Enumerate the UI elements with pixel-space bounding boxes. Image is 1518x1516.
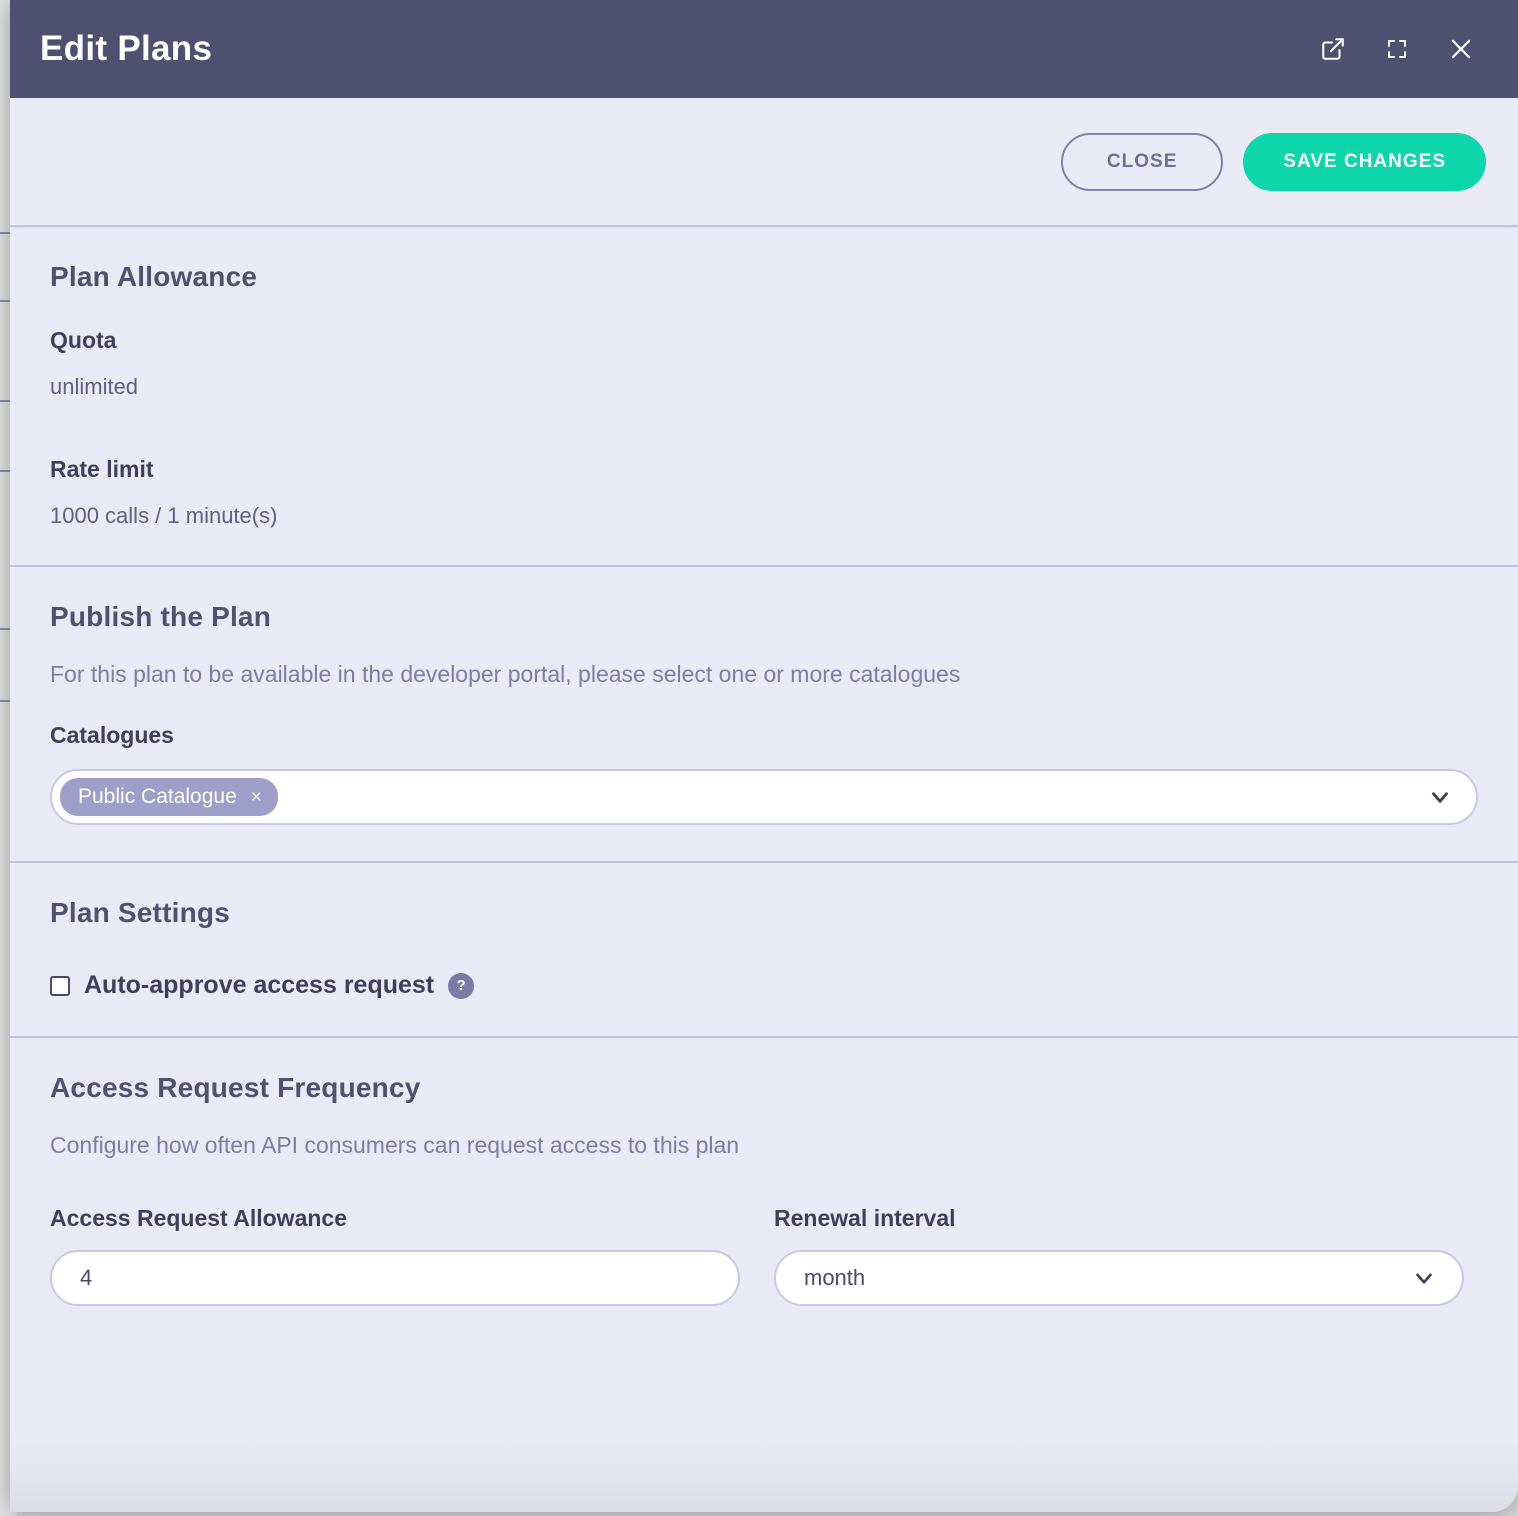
catalogue-chip-remove-icon[interactable]: × xyxy=(251,788,262,807)
quota-label: Quota xyxy=(50,327,1478,354)
auto-approve-label: Auto-approve access request xyxy=(84,971,434,1000)
help-icon[interactable]: ? xyxy=(448,973,474,999)
edit-plans-modal: Edit Plans xyxy=(10,0,1518,1512)
app-root: Edit Plans xyxy=(0,0,1518,1516)
chevron-down-icon[interactable] xyxy=(1420,777,1460,817)
publish-plan-description: For this plan to be available in the dev… xyxy=(50,661,1478,688)
section-access-request-frequency: Access Request Frequency Configure how o… xyxy=(10,1038,1518,1342)
allowance-field-group: Access Request Allowance 4 xyxy=(50,1169,740,1306)
rate-limit-value: 1000 calls / 1 minute(s) xyxy=(50,503,1478,529)
access-request-frequency-title: Access Request Frequency xyxy=(50,1072,1478,1104)
close-icon[interactable] xyxy=(1444,32,1478,66)
modal-title: Edit Plans xyxy=(40,29,1316,69)
chevron-down-icon[interactable] xyxy=(1404,1258,1444,1298)
modal-footer-fade xyxy=(10,1434,1518,1512)
save-changes-button[interactable]: SAVE CHANGES xyxy=(1243,133,1486,191)
quota-value: unlimited xyxy=(50,374,1478,400)
titlebar-actions xyxy=(1316,32,1478,66)
section-plan-allowance: Plan Allowance Quota unlimited Rate limi… xyxy=(10,227,1518,565)
renewal-field-group: Renewal interval month xyxy=(774,1169,1464,1306)
plan-settings-title: Plan Settings xyxy=(50,897,1478,929)
renewal-interval-label: Renewal interval xyxy=(774,1205,1464,1232)
access-request-frequency-description: Configure how often API consumers can re… xyxy=(50,1132,1478,1159)
catalogues-multiselect[interactable]: Public Catalogue × xyxy=(50,769,1478,825)
fullscreen-icon[interactable] xyxy=(1380,32,1414,66)
catalogue-chip-label: Public Catalogue xyxy=(78,785,237,809)
auto-approve-row[interactable]: Auto-approve access request ? xyxy=(50,971,1478,1000)
access-request-allowance-value: 4 xyxy=(80,1265,92,1291)
renewal-interval-value: month xyxy=(804,1265,1404,1291)
access-request-allowance-input[interactable]: 4 xyxy=(50,1250,740,1306)
catalogues-label: Catalogues xyxy=(50,722,1478,749)
renewal-interval-select[interactable]: month xyxy=(774,1250,1464,1306)
section-publish-the-plan: Publish the Plan For this plan to be ava… xyxy=(10,567,1518,861)
section-plan-settings: Plan Settings Auto-approve access reques… xyxy=(10,863,1518,1036)
close-button[interactable]: CLOSE xyxy=(1061,133,1223,191)
modal-action-bar: CLOSE SAVE CHANGES xyxy=(10,98,1518,225)
rate-limit-label: Rate limit xyxy=(50,456,1478,483)
catalogue-chip[interactable]: Public Catalogue × xyxy=(60,778,278,816)
open-external-icon[interactable] xyxy=(1316,32,1350,66)
modal-titlebar: Edit Plans xyxy=(10,0,1518,98)
publish-plan-title: Publish the Plan xyxy=(50,601,1478,633)
plan-allowance-title: Plan Allowance xyxy=(50,261,1478,293)
access-request-form: Access Request Allowance 4 Renewal inter… xyxy=(50,1169,1478,1306)
auto-approve-checkbox[interactable] xyxy=(50,976,70,996)
access-request-allowance-label: Access Request Allowance xyxy=(50,1205,740,1232)
